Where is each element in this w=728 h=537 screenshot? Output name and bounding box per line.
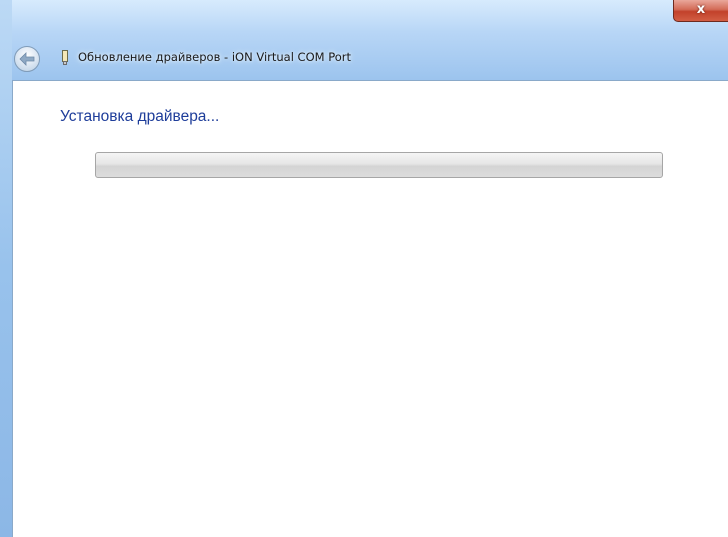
- window-frame-left: [0, 0, 12, 537]
- back-button[interactable]: [14, 46, 40, 72]
- back-arrow-icon: [19, 52, 35, 66]
- device-icon: [62, 50, 68, 65]
- content-panel: Установка драйвера...: [12, 80, 728, 537]
- close-button[interactable]: x: [673, 0, 728, 22]
- window-title: Обновление драйверов - iON Virtual COM P…: [78, 50, 352, 64]
- page-heading: Установка драйвера...: [60, 108, 220, 125]
- driver-update-window: x Обновление драйверов - iON Virtual COM…: [0, 0, 728, 537]
- install-progress-bar: [95, 152, 663, 178]
- close-icon: x: [696, 2, 706, 17]
- title-bar: [0, 0, 728, 80]
